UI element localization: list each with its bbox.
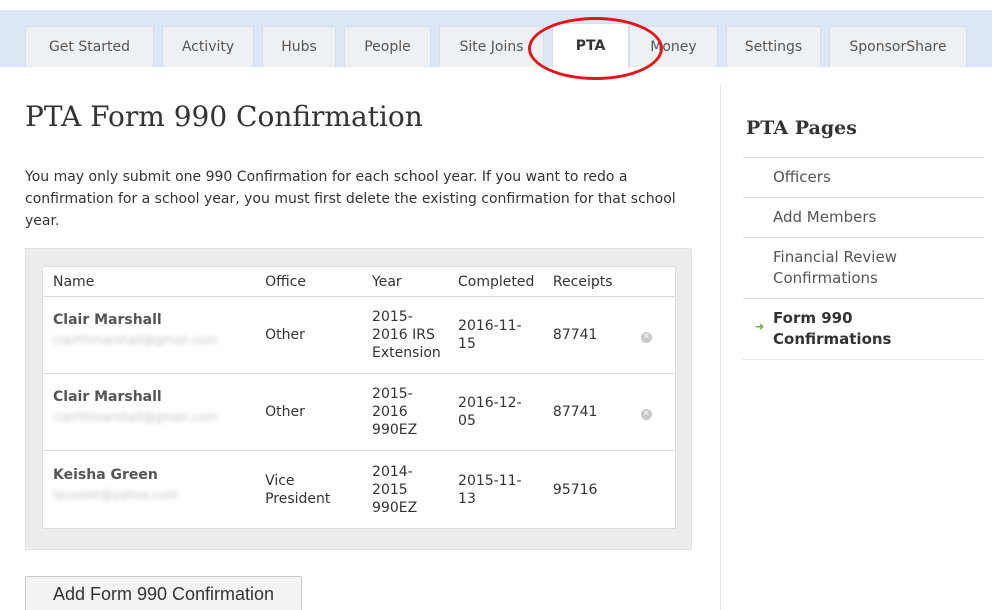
cell-office: Other — [255, 373, 363, 451]
table-row: Clair Marshall clairthmarshall@gmail.com… — [42, 373, 676, 451]
sidebar: PTA Pages Officers Add Members Financial… — [720, 85, 992, 610]
table-row: Keisha Green lacoolet@yahoo.com Vice Pre… — [43, 451, 676, 529]
cell-actions: ✕ — [630, 373, 676, 451]
cell-receipts: 95716 — [552, 481, 598, 498]
sidebar-item-officers[interactable]: Officers — [743, 158, 984, 198]
sidebar-item-label: Financial Review Confirmations — [773, 248, 897, 287]
confirmations-panel: Name Office Year Completed Receipts Clai… — [25, 248, 692, 550]
sidebar-item-add-members[interactable]: Add Members — [743, 198, 984, 238]
tab-people[interactable]: People — [344, 26, 431, 67]
cell-office: Other — [255, 296, 363, 374]
cell-office: Vice President — [265, 472, 331, 507]
intro-text: You may only submit one 990 Confirmation… — [25, 169, 676, 229]
cell-name: Keisha Green lacoolet@yahoo.com — [43, 451, 256, 529]
cell-actions — [631, 451, 676, 529]
member-email: lacoolet@yahoo.com — [53, 487, 179, 502]
member-name: Keisha Green — [53, 466, 158, 483]
member-email: clairthmarshall@gmail.com — [53, 410, 218, 424]
sidebar-item-label: Add Members — [773, 208, 877, 226]
cell-completed: 2016-11-15 — [448, 296, 543, 374]
tab-hubs[interactable]: Hubs — [262, 26, 336, 67]
sidebar-item-label: Form 990 Confirmations — [773, 309, 892, 348]
member-name: Clair Marshall — [53, 312, 162, 328]
arrow-right-icon: ➜ — [755, 320, 765, 333]
column-header-name: Name — [42, 266, 256, 297]
cell-completed: 2016-12-05 — [448, 373, 543, 451]
tab-sponsorshare[interactable]: SponsorShare — [829, 26, 967, 67]
cell-receipts: 87741 — [542, 373, 631, 451]
sidebar-item-financial-review[interactable]: Financial Review Confirmations — [743, 238, 984, 299]
page-title: PTA Form 990 Confirmation — [25, 100, 423, 133]
cell-year: 2015-2016 990EZ — [362, 373, 449, 451]
confirmations-table: Name Office Year Completed Receipts Clai… — [42, 266, 676, 529]
cell-name: Clair Marshall clairthmarshall@gmail.com — [42, 373, 256, 451]
tab-get-started[interactable]: Get Started — [25, 26, 154, 67]
delete-icon[interactable]: ✕ — [640, 409, 652, 420]
tab-site-joins[interactable]: Site Joins — [439, 26, 544, 67]
cell-actions: ✕ — [630, 296, 676, 374]
sidebar-title: PTA Pages — [746, 117, 857, 139]
column-header-actions — [630, 266, 676, 297]
column-header-completed: Completed — [448, 266, 543, 297]
tab-activity[interactable]: Activity — [162, 26, 254, 67]
column-header-receipts: Receipts — [542, 266, 631, 297]
member-name: Clair Marshall — [53, 389, 162, 405]
sidebar-item-label: Officers — [773, 168, 831, 186]
member-email: clairthmarshall@gmail.com — [53, 333, 218, 347]
cell-name: Clair Marshall clairthmarshall@gmail.com — [42, 296, 256, 374]
top-nav: Get Started Activity Hubs People Site Jo… — [0, 10, 992, 68]
sidebar-nav: Officers Add Members Financial Review Co… — [743, 157, 984, 360]
cell-receipts: 87741 — [542, 296, 631, 374]
column-header-year: Year — [362, 266, 449, 297]
table-header-row: Name Office Year Completed Receipts — [42, 266, 676, 297]
delete-icon[interactable]: ✕ — [640, 332, 652, 343]
table-row: Clair Marshall clairthmarshall@gmail.com… — [42, 296, 676, 374]
tab-pta[interactable]: PTA — [552, 23, 629, 68]
cell-completed: 2015-11-13 — [458, 472, 522, 507]
column-header-office: Office — [255, 266, 363, 297]
cell-year: 2015-2016 IRS Extension — [362, 296, 449, 374]
cell-year: 2014-2015 990EZ — [372, 463, 418, 516]
add-form-990-button[interactable]: Add Form 990 Confirmation — [25, 576, 302, 610]
tab-settings[interactable]: Settings — [726, 26, 821, 67]
sidebar-item-form-990[interactable]: ➜ Form 990 Confirmations — [743, 299, 984, 360]
tab-money[interactable]: Money — [629, 26, 718, 67]
